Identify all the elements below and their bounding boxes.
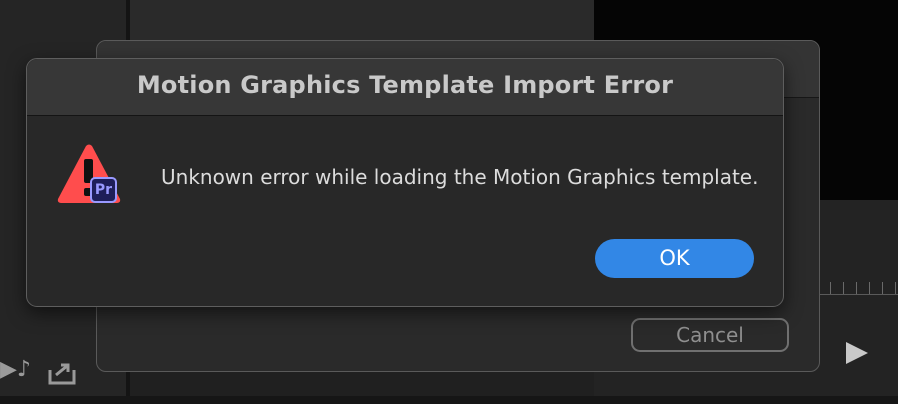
- warning-triangle-icon: Pr: [57, 143, 121, 209]
- app-window: ▶♪ Cancel Motion Graphics Template Impor…: [0, 0, 898, 404]
- status-strip: [0, 396, 898, 404]
- alert-title: Motion Graphics Template Import Error: [136, 71, 674, 99]
- export-icon[interactable]: [47, 358, 77, 386]
- alert-titlebar: Motion Graphics Template Import Error: [27, 59, 783, 116]
- premiere-pro-badge: Pr: [90, 177, 117, 203]
- timeline-ruler: [830, 282, 898, 294]
- audio-icon[interactable]: ▶♪: [0, 358, 31, 382]
- timeline-ruler-line: [820, 294, 898, 295]
- top-panel: [130, 0, 594, 42]
- ok-button[interactable]: OK: [595, 239, 754, 278]
- play-icon[interactable]: [846, 342, 868, 364]
- error-alert: Motion Graphics Template Import Error Pr…: [26, 58, 784, 307]
- alert-message: Unknown error while loading the Motion G…: [161, 165, 759, 189]
- cancel-button[interactable]: Cancel: [631, 318, 789, 352]
